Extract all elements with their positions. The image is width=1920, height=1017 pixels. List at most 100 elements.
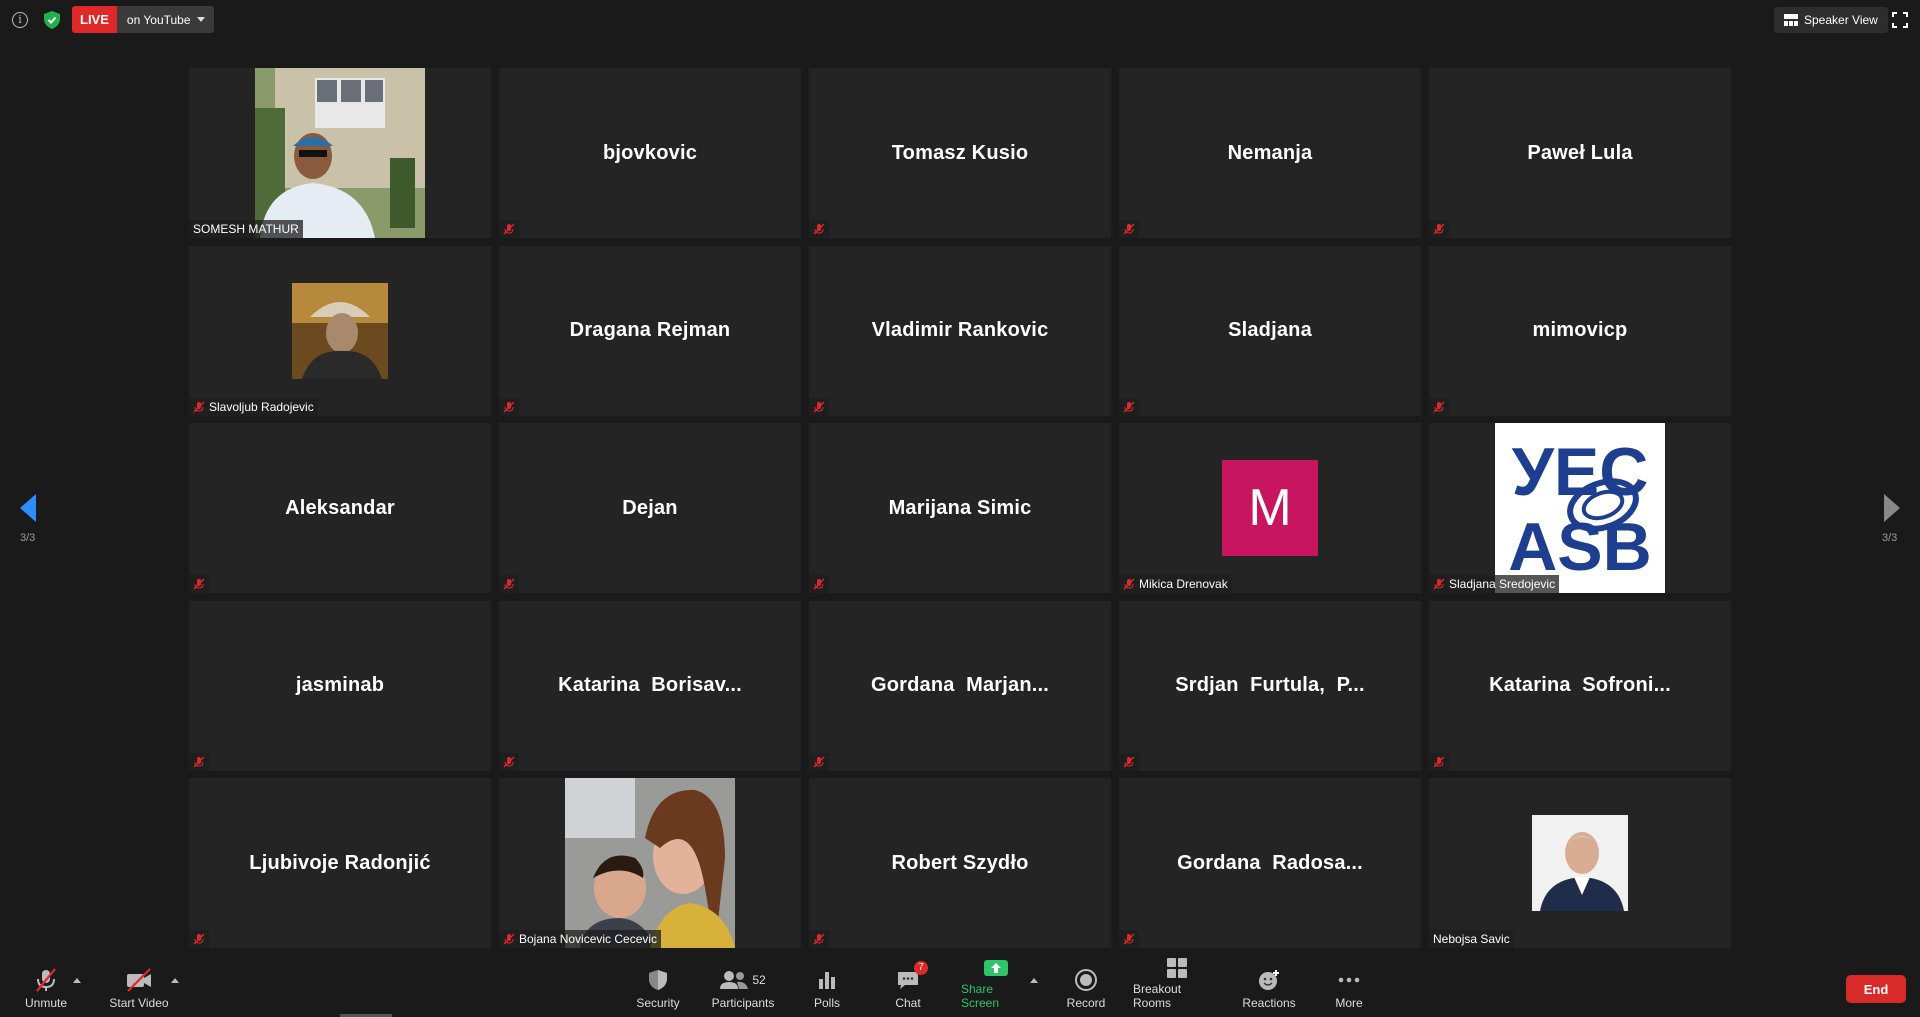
muted-microphone-icon — [813, 578, 825, 590]
participant-gallery: SOMESH MATHUR bjovkovic Tomasz Kusio Nem… — [189, 68, 1731, 948]
participant-name-label — [1119, 220, 1139, 238]
participant-tile[interactable]: Aleksandar — [189, 423, 491, 593]
polls-button[interactable]: Polls — [809, 962, 845, 1017]
participant-name: Bojana Novicevic Cecevic — [519, 932, 658, 946]
participant-name: Sladjana Sredojevic — [1449, 577, 1556, 591]
participant-tile[interactable]: Nebojsa Savic — [1429, 778, 1731, 948]
unmute-label: Unmute — [24, 996, 68, 1010]
participant-tile[interactable]: Robert Szydło — [809, 778, 1111, 948]
info-icon[interactable]: i — [12, 12, 28, 28]
muted-microphone-icon — [813, 401, 825, 412]
muted-microphone-icon — [193, 401, 205, 412]
end-meeting-button[interactable]: End — [1846, 975, 1906, 1003]
participant-display-name: Robert Szydło — [891, 851, 1029, 874]
participant-tile[interactable]: Sladjana — [1119, 245, 1421, 416]
muted-microphone-icon — [1123, 223, 1135, 235]
security-button[interactable]: Security — [634, 962, 682, 1017]
participant-name-label — [809, 752, 829, 771]
participant-tile[interactable]: Gordana Radosa... — [1119, 778, 1421, 948]
reactions-label: Reactions — [1242, 996, 1296, 1010]
logo-bottom-text: ASB — [1508, 509, 1652, 585]
participant-name-label: Slavoljub Radojevic — [189, 397, 318, 416]
participant-name-label — [499, 752, 519, 771]
participant-name: Slavoljub Radojevic — [209, 399, 314, 414]
muted-microphone-icon — [1123, 401, 1135, 412]
chevron-down-icon — [196, 17, 205, 22]
participant-name: SOMESH MATHUR — [193, 222, 299, 236]
participant-name-label: Nebojsa Savic — [1429, 930, 1514, 948]
participant-tile[interactable]: УЕС ASB Sladjana Sredojevic — [1429, 423, 1731, 593]
security-shield-icon — [647, 967, 669, 993]
participant-tile[interactable]: Marijana Simic — [809, 423, 1111, 593]
speaker-view-label: Speaker View — [1804, 13, 1878, 27]
live-destination-dropdown[interactable]: on YouTube — [116, 6, 214, 33]
muted-microphone-icon — [1123, 933, 1135, 945]
chat-label: Chat — [895, 996, 921, 1010]
participant-video — [255, 68, 425, 238]
audio-options-chevron-icon[interactable] — [73, 978, 81, 983]
share-screen-icon — [983, 957, 1009, 979]
record-icon — [1074, 967, 1098, 993]
participant-tile[interactable]: bjovkovic — [499, 68, 801, 238]
next-page-arrow-icon[interactable] — [1882, 492, 1902, 524]
previous-page-arrow-icon[interactable] — [18, 492, 38, 524]
participants-button[interactable]: 52 Participants — [711, 962, 775, 1017]
participant-name-label: Mikica Drenovak — [1119, 575, 1232, 593]
reactions-button[interactable]: Reactions — [1242, 962, 1296, 1017]
participant-tile[interactable]: jasminab — [189, 600, 491, 771]
participant-tile[interactable]: Srdjan Furtula, P... — [1119, 600, 1421, 771]
participant-display-name: Marijana Simic — [888, 496, 1032, 519]
muted-microphone-icon — [33, 967, 59, 993]
participant-display-name: Tomasz Kusio — [891, 141, 1029, 164]
muted-microphone-icon — [503, 933, 515, 945]
participant-display-name: jasminab — [295, 674, 385, 696]
participant-tile[interactable]: Paweł Lula — [1429, 68, 1731, 238]
participant-tile[interactable]: Gordana Marjan... — [809, 600, 1111, 771]
participant-tile[interactable]: Dejan — [499, 423, 801, 593]
participant-tile[interactable]: Ljubivoje Radonjić — [189, 778, 491, 948]
participant-tile[interactable]: M Mikica Drenovak — [1119, 423, 1421, 593]
participant-display-name: Aleksandar — [285, 496, 395, 519]
more-ellipsis-icon — [1337, 967, 1361, 993]
participants-count: 52 — [752, 973, 766, 987]
unmute-button[interactable]: Unmute — [20, 962, 72, 1017]
participant-display-name: Srdjan Furtula, P... — [1175, 674, 1365, 696]
participant-name: Mikica Drenovak — [1139, 577, 1228, 591]
participant-tile[interactable]: Nemanja — [1119, 68, 1421, 238]
participant-name-label — [1429, 220, 1449, 238]
muted-microphone-icon — [1123, 578, 1135, 590]
participant-tile[interactable]: SOMESH MATHUR — [189, 68, 491, 238]
participant-tile[interactable]: Tomasz Kusio — [809, 68, 1111, 238]
fullscreen-icon[interactable] — [1892, 12, 1908, 28]
participant-profile-photo — [1532, 815, 1628, 911]
breakout-rooms-button[interactable]: Breakout Rooms — [1133, 958, 1221, 1017]
participant-display-name: Sladjana — [1228, 319, 1312, 341]
muted-microphone-icon — [503, 756, 515, 767]
participant-tile[interactable]: Vladimir Rankovic — [809, 245, 1111, 416]
participant-display-name: Dragana Rejman — [569, 319, 731, 341]
share-screen-button[interactable]: Share Screen — [961, 960, 1031, 1017]
more-button[interactable]: More — [1333, 962, 1365, 1017]
participant-tile[interactable]: Katarina Borisav... — [499, 600, 801, 771]
meeting-top-bar: i LIVE on YouTube Speaker View — [0, 0, 1920, 40]
participant-tile[interactable]: Katarina Sofroni... — [1429, 600, 1731, 771]
participant-tile[interactable]: mimovicp — [1429, 245, 1731, 416]
speaker-view-button[interactable]: Speaker View — [1774, 7, 1888, 33]
participant-profile-photo — [292, 282, 388, 379]
participant-tile[interactable]: Bojana Novicevic Cecevic — [499, 778, 801, 948]
encryption-shield-icon[interactable] — [44, 11, 60, 29]
record-label: Record — [1066, 996, 1106, 1010]
live-stream-indicator[interactable]: LIVE on YouTube — [72, 6, 214, 33]
chat-button[interactable]: 7 Chat — [890, 961, 928, 1017]
participant-video — [565, 778, 735, 948]
record-button[interactable]: Record — [1066, 962, 1106, 1017]
share-options-chevron-icon[interactable] — [1030, 978, 1038, 983]
start-video-button[interactable]: Start Video — [104, 962, 174, 1017]
video-options-chevron-icon[interactable] — [171, 978, 179, 983]
muted-microphone-icon — [503, 401, 515, 412]
page-indicator-left: 3/3 — [20, 532, 36, 544]
participant-name-label — [189, 930, 209, 948]
participant-tile[interactable]: Dragana Rejman — [499, 245, 801, 416]
participant-display-name: Katarina Sofroni... — [1489, 674, 1671, 696]
participant-tile[interactable]: Slavoljub Radojevic — [189, 245, 491, 416]
